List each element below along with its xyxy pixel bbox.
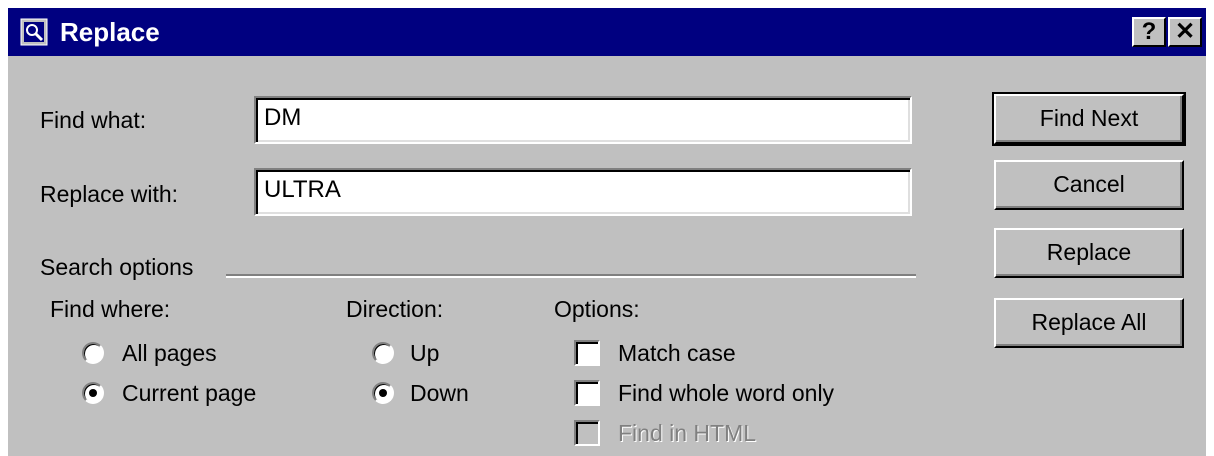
radio-selected-dot xyxy=(379,389,387,397)
replace-button[interactable]: Replace xyxy=(994,228,1184,278)
help-button[interactable]: ? xyxy=(1132,17,1166,47)
find-what-input[interactable]: DM xyxy=(254,96,912,144)
whole-word-label[interactable]: Find whole word only xyxy=(618,379,834,407)
close-button[interactable]: ✕ xyxy=(1168,17,1202,47)
radio-current-page[interactable] xyxy=(82,382,104,404)
find-what-label: Find what: xyxy=(40,107,147,133)
radio-up[interactable] xyxy=(372,342,394,364)
replace-with-input[interactable]: ULTRA xyxy=(254,168,912,216)
options-label: Options: xyxy=(554,296,640,322)
find-where-label: Find where: xyxy=(50,296,171,322)
app-icon xyxy=(20,18,48,46)
find-next-button[interactable]: Find Next xyxy=(992,92,1186,146)
current-page-label[interactable]: Current page xyxy=(122,379,256,407)
radio-selected-dot xyxy=(89,389,97,397)
radio-down[interactable] xyxy=(372,382,394,404)
cancel-button[interactable]: Cancel xyxy=(994,160,1184,210)
find-in-html-label: Find in HTML xyxy=(618,420,757,446)
find-in-html-checkbox xyxy=(574,420,600,446)
all-pages-label[interactable]: All pages xyxy=(122,339,217,367)
search-options-divider xyxy=(226,274,916,278)
down-label[interactable]: Down xyxy=(410,379,469,407)
whole-word-checkbox[interactable] xyxy=(574,380,600,406)
title-bar[interactable]: Replace ? ✕ xyxy=(8,8,1206,56)
replace-dialog: Replace ? ✕ Find what: DM Replace with: … xyxy=(8,8,1206,456)
up-label[interactable]: Up xyxy=(410,339,439,367)
direction-label: Direction: xyxy=(346,296,444,322)
replace-all-button[interactable]: Replace All xyxy=(994,298,1184,348)
search-options-label: Search options xyxy=(40,254,194,280)
match-case-checkbox[interactable] xyxy=(574,340,600,366)
replace-with-label: Replace with: xyxy=(40,181,179,207)
radio-all-pages[interactable] xyxy=(82,342,104,364)
match-case-label[interactable]: Match case xyxy=(618,339,736,367)
window-title: Replace xyxy=(60,17,160,47)
